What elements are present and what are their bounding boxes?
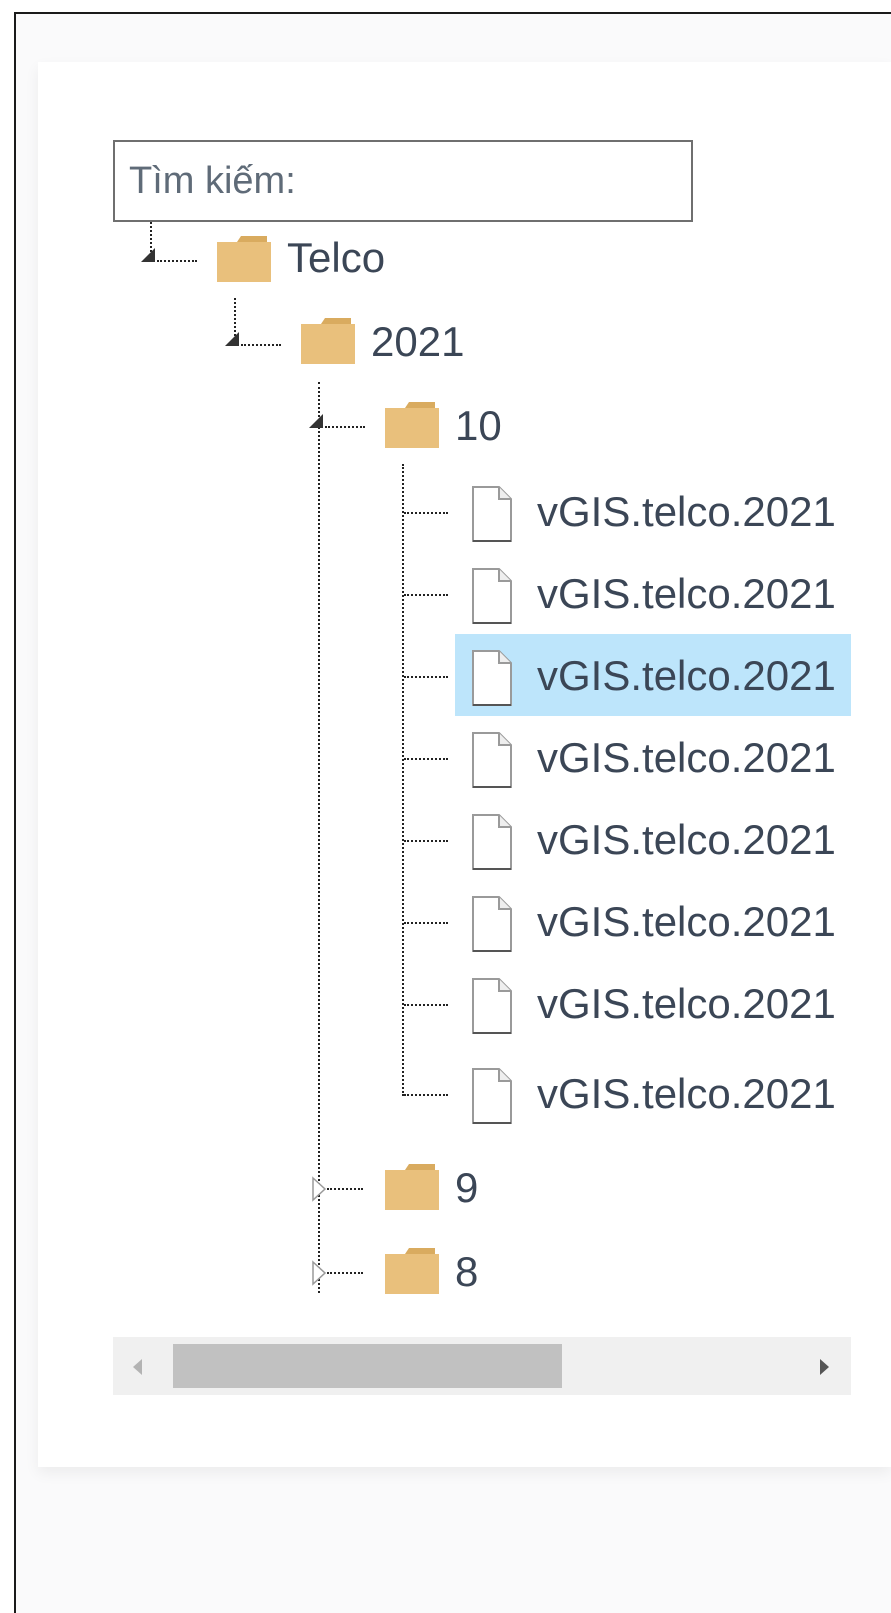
file-icon: [472, 896, 512, 952]
file-icon: [472, 1068, 512, 1124]
horizontal-scrollbar[interactable]: [113, 1337, 851, 1395]
folder-icon: [385, 402, 439, 448]
folder-icon: [301, 318, 355, 364]
file-label: vGIS.telco.2021: [537, 816, 836, 863]
search-input[interactable]: [113, 140, 693, 222]
tree-node-label[interactable]: 2021: [371, 318, 464, 366]
file-icon: [472, 732, 512, 788]
file-label: vGIS.telco.2021: [537, 980, 836, 1027]
file-label: vGIS.telco.2021: [537, 898, 836, 945]
scrollbar-thumb[interactable]: [173, 1344, 562, 1388]
scroll-right-arrow-icon[interactable]: [820, 1359, 829, 1375]
expand-toggle-9[interactable]: [311, 1176, 327, 1202]
folder-icon: [217, 236, 271, 282]
tree-node-label[interactable]: 8: [455, 1248, 478, 1296]
tree-view: Telco 2021 10 vGIS.telco.2021 vGIS.telco…: [113, 222, 851, 1337]
file-label: vGIS.telco.2021: [537, 1070, 836, 1117]
folder-icon: [385, 1164, 439, 1210]
file-label: vGIS.telco.2021: [537, 488, 836, 535]
file-label: vGIS.telco.2021: [537, 734, 836, 781]
file-label: vGIS.telco.2021: [537, 570, 836, 617]
scroll-left-arrow-icon[interactable]: [133, 1359, 142, 1375]
file-icon: [472, 486, 512, 542]
tree-node-label[interactable]: 9: [455, 1164, 478, 1212]
collapse-toggle-telco[interactable]: [141, 248, 155, 262]
folder-icon: [385, 1248, 439, 1294]
tree-node-label[interactable]: Telco: [287, 234, 385, 282]
collapse-toggle-2021[interactable]: [225, 332, 239, 346]
file-icon: [472, 568, 512, 624]
file-icon: [472, 978, 512, 1034]
file-label: vGIS.telco.2021: [537, 652, 836, 699]
expand-toggle-8[interactable]: [311, 1260, 327, 1286]
file-icon: [472, 814, 512, 870]
file-icon: [472, 650, 512, 706]
collapse-toggle-10[interactable]: [309, 414, 323, 428]
tree-node-label[interactable]: 10: [455, 402, 502, 450]
